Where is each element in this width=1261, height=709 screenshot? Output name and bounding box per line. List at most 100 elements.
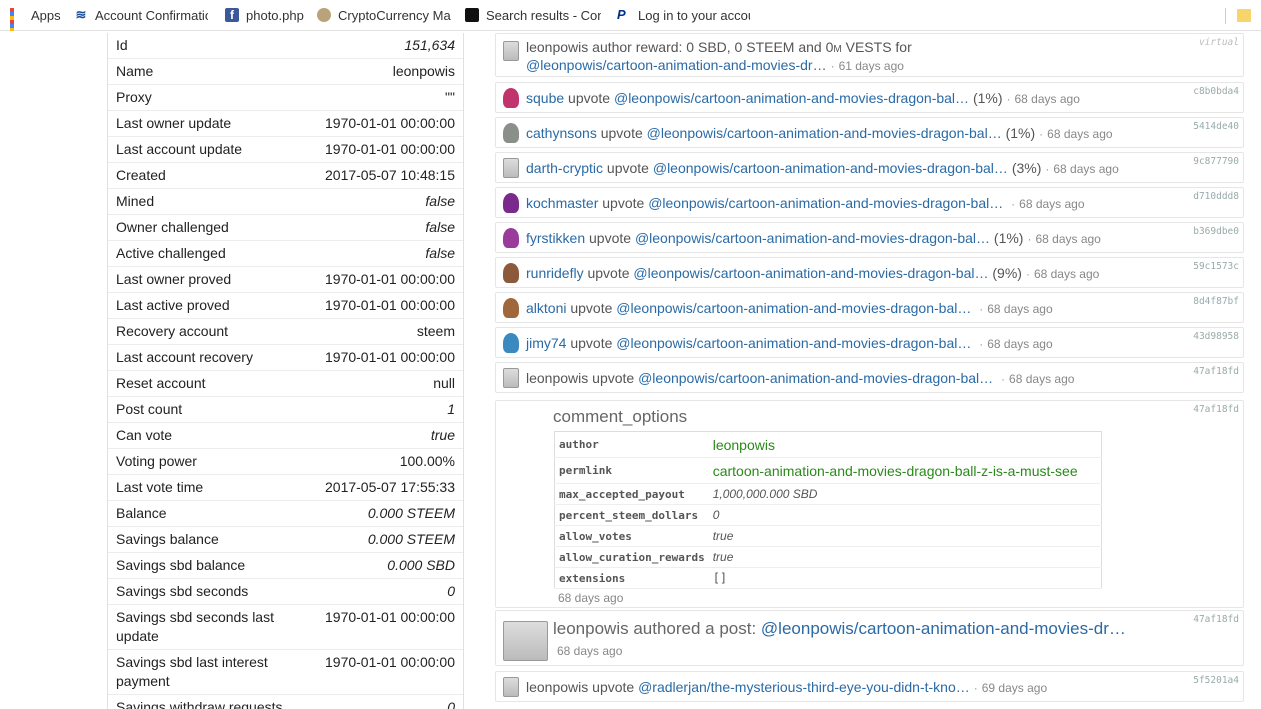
avatar[interactable] bbox=[503, 228, 519, 248]
vote-action: upvote bbox=[602, 195, 645, 211]
time-ago: 68 days ago bbox=[557, 644, 623, 658]
folder-icon[interactable] bbox=[1237, 9, 1251, 22]
time-ago: 68 days ago bbox=[1035, 232, 1101, 246]
bookmark-account-confirmation[interactable]: ≋ Account Confirmatio bbox=[74, 0, 214, 31]
account-property-row: Savings sbd balance 0.000 SBD bbox=[108, 552, 463, 579]
voter-link[interactable]: jimy74 bbox=[526, 335, 566, 351]
permlink-link[interactable]: @leonpowis/cartoon-animation-and-movies-… bbox=[638, 370, 993, 386]
permlink-link[interactable]: @leonpowis/cartoon-animation-and-movies-… bbox=[616, 300, 971, 316]
account-property-row: Id 151,634 bbox=[108, 33, 463, 59]
avatar[interactable] bbox=[503, 88, 519, 108]
avatar[interactable] bbox=[503, 677, 519, 697]
voter-link[interactable]: kochmaster bbox=[526, 195, 598, 211]
vote-weight: (1%) bbox=[972, 90, 1003, 106]
tx-hash[interactable]: 5414de40 bbox=[1193, 121, 1239, 132]
property-key: Last account update bbox=[108, 136, 303, 163]
avatar[interactable] bbox=[503, 263, 519, 283]
property-key: Last owner proved bbox=[108, 266, 303, 293]
separator: · bbox=[1025, 267, 1030, 281]
permlink-link[interactable]: @leonpowis/cartoon-animation-and-movies-… bbox=[635, 230, 990, 246]
voter-link[interactable]: runridefly bbox=[526, 265, 584, 281]
bookmark-label: photo.php bbox=[246, 7, 304, 23]
tx-hash[interactable]: 59c1573c bbox=[1193, 261, 1239, 272]
tx-hash[interactable]: 47af18fd bbox=[1193, 404, 1239, 415]
vote-action: upvote bbox=[600, 125, 643, 141]
permlink-link[interactable]: @leonpowis/cartoon-animation-and-movies-… bbox=[648, 195, 1003, 211]
voter-link[interactable]: darth-cryptic bbox=[526, 160, 603, 176]
reward-summary-end: VESTS for bbox=[841, 39, 912, 55]
option-key: allow_curation_rewards bbox=[554, 546, 709, 568]
property-value: false bbox=[303, 188, 463, 215]
voter-link[interactable]: fyrstikken bbox=[526, 230, 585, 246]
avatar[interactable] bbox=[503, 621, 548, 661]
property-key: Name bbox=[108, 58, 303, 85]
property-key: Savings withdraw requests bbox=[108, 694, 303, 709]
post-author-text: leonpowis authored a post: bbox=[553, 619, 761, 638]
permlink-link[interactable]: @leonpowis/cartoon-animation-and-movies-… bbox=[616, 335, 971, 351]
account-property-row: Last owner update 1970-01-01 00:00:00 bbox=[108, 110, 463, 137]
property-value: 100.00% bbox=[303, 448, 463, 475]
property-value: 1970-01-01 00:00:00 bbox=[303, 110, 463, 137]
avatar[interactable] bbox=[503, 158, 519, 178]
tx-hash[interactable]: b369dbe0 bbox=[1193, 226, 1239, 237]
option-value[interactable]: leonpowis bbox=[708, 431, 1102, 458]
option-value: [] bbox=[708, 567, 1102, 589]
avatar[interactable] bbox=[503, 333, 519, 353]
tx-hash[interactable]: 5f5201a4 bbox=[1193, 675, 1239, 686]
permlink-link[interactable]: @leonpowis/cartoon-animation-and-movies-… bbox=[526, 57, 827, 73]
tx-hash[interactable]: 47af18fd bbox=[1193, 614, 1239, 625]
bookmark-cryptocurrency[interactable]: CryptoCurrency Mark bbox=[317, 0, 453, 31]
bookmark-search-results[interactable]: Search results - Cont bbox=[465, 0, 603, 31]
bookmark-photo-php[interactable]: f photo.php bbox=[225, 0, 310, 31]
property-value: steem bbox=[303, 318, 463, 345]
property-key: Mined bbox=[108, 188, 303, 215]
account-property-row: Savings sbd last interest payment 1970-01… bbox=[108, 649, 463, 695]
tx-hash[interactable]: c8b0bda4 bbox=[1193, 86, 1239, 97]
account-property-row: Savings balance 0.000 STEEM bbox=[108, 526, 463, 553]
comment-option-row: extensions[] bbox=[554, 567, 1102, 589]
permlink-link[interactable]: @radlerjan/the-mysterious-third-eye-you-… bbox=[638, 679, 970, 695]
voter-link[interactable]: alktoni bbox=[526, 300, 566, 316]
property-key: Last owner update bbox=[108, 110, 303, 137]
account-property-row: Voting power 100.00% bbox=[108, 448, 463, 475]
property-value: 1970-01-01 00:00:00 bbox=[303, 344, 463, 371]
voter-link[interactable]: sqube bbox=[526, 90, 564, 106]
reward-text: leonpowis author reward: 0 SBD, 0 STEEM … bbox=[526, 39, 912, 55]
permlink-link[interactable]: @leonpowis/cartoon-animation-and-movies-… bbox=[647, 125, 1002, 141]
account-properties-table: Id 151,634 Name leonpowis Proxy "" Last owner … bbox=[108, 33, 463, 709]
comment-option-row: permlink cartoon-animation-and-movies-dra… bbox=[554, 457, 1102, 484]
avatar[interactable] bbox=[503, 298, 519, 318]
tx-hash[interactable]: 47af18fd bbox=[1193, 366, 1239, 377]
property-value: 2017-05-07 17:55:33 bbox=[303, 474, 463, 501]
avatar[interactable] bbox=[503, 41, 519, 61]
time-ago: 68 days ago bbox=[1009, 372, 1075, 386]
tx-hash[interactable]: d710ddd8 bbox=[1193, 191, 1239, 202]
permlink-link[interactable]: @leonpowis/cartoon-animation-and-movies-… bbox=[633, 265, 988, 281]
account-property-row: Last active proved 1970-01-01 00:00:00 bbox=[108, 292, 463, 319]
tx-hash[interactable]: 43d98958 bbox=[1193, 331, 1239, 342]
post-link[interactable]: @leonpowis/cartoon-animation-and-movies-… bbox=[761, 619, 1126, 638]
property-key: Savings sbd last interest payment bbox=[108, 649, 303, 695]
property-key: Savings balance bbox=[108, 526, 303, 553]
bookmark-label: Account Confirmatio bbox=[95, 7, 208, 23]
tx-hash[interactable]: 8d4f87bf bbox=[1193, 296, 1239, 307]
avatar[interactable] bbox=[503, 368, 519, 388]
option-value[interactable]: cartoon-animation-and-movies-dragon-ball… bbox=[708, 457, 1102, 484]
tx-hash[interactable]: 9c877790 bbox=[1193, 156, 1239, 167]
property-value: 0 bbox=[303, 694, 463, 709]
separator: · bbox=[1039, 127, 1044, 141]
reward-unit: M bbox=[833, 44, 842, 55]
bookmark-apps[interactable]: Apps bbox=[10, 0, 70, 31]
permlink-link[interactable]: @leonpowis/cartoon-animation-and-movies-… bbox=[614, 90, 969, 106]
account-property-row: Balance 0.000 STEEM bbox=[108, 500, 463, 527]
tx-hash[interactable]: virtual bbox=[1199, 37, 1239, 48]
bookmark-paypal-login[interactable]: P Log in to your accour bbox=[617, 0, 753, 31]
property-value: leonpowis bbox=[303, 58, 463, 85]
vote-line: runridefly upvote @leonpowis/cartoon-ani… bbox=[526, 265, 1099, 281]
avatar[interactable] bbox=[503, 123, 519, 143]
voter-link[interactable]: cathynsons bbox=[526, 125, 597, 141]
option-key: max_accepted_payout bbox=[554, 483, 709, 505]
permlink-link[interactable]: @leonpowis/cartoon-animation-and-movies-… bbox=[653, 160, 1008, 176]
avatar[interactable] bbox=[503, 193, 519, 213]
property-key: Reset account bbox=[108, 370, 303, 397]
